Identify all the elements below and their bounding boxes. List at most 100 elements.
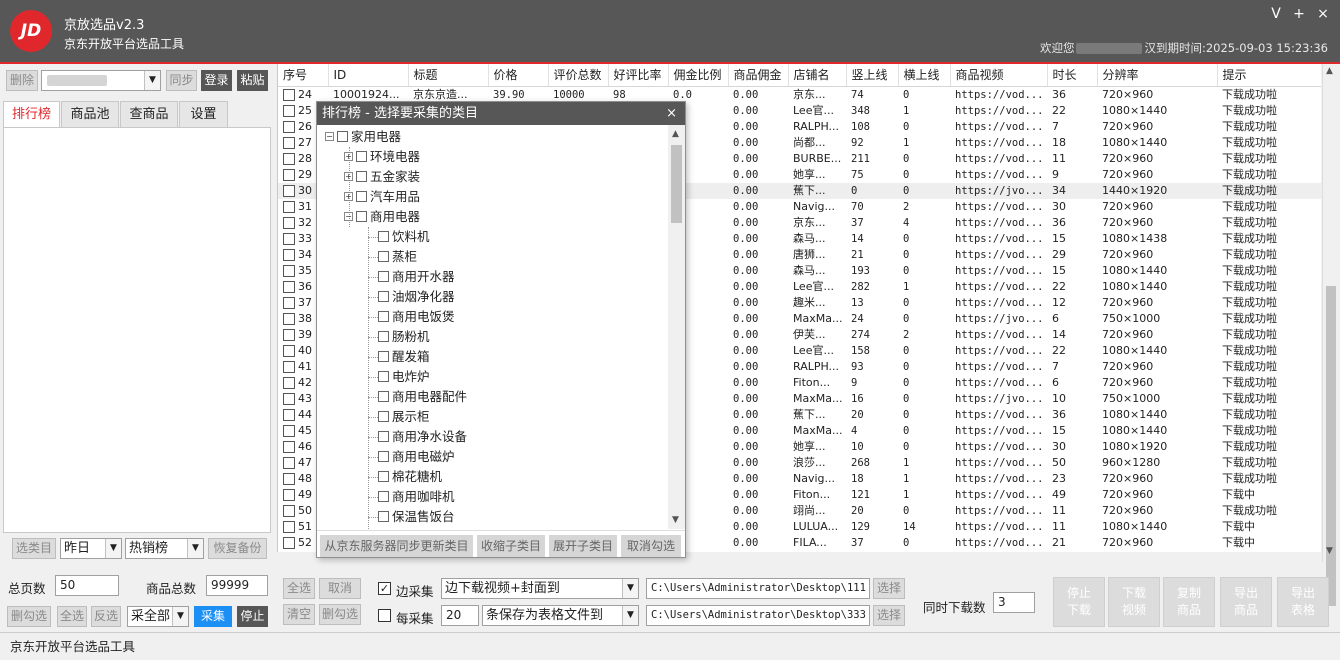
tree-leaf-node[interactable]: 棉花糖机 bbox=[378, 467, 442, 487]
row-checkbox[interactable] bbox=[283, 472, 295, 485]
tree-leaf-node[interactable]: 商用开水器 bbox=[378, 267, 455, 287]
column-header[interactable]: 标题 bbox=[408, 64, 489, 87]
select-category-button[interactable]: 选类目 bbox=[12, 538, 56, 559]
table-scrollbar[interactable]: ▲ ▼ bbox=[1322, 64, 1338, 606]
category-checkbox[interactable] bbox=[378, 411, 389, 422]
rank-type-select[interactable]: 热销榜 ▼ bbox=[125, 538, 204, 559]
paste-button[interactable]: 粘贴 bbox=[237, 70, 268, 91]
row-checkbox[interactable] bbox=[283, 232, 295, 245]
category-checkbox[interactable] bbox=[378, 371, 389, 382]
category-checkbox[interactable] bbox=[378, 271, 389, 282]
column-header[interactable]: 横上线 bbox=[898, 64, 951, 87]
video-path-input[interactable]: C:\Users\Administrator\Desktop\111 bbox=[646, 578, 870, 599]
tree-group-node[interactable]: + 五金家装 bbox=[344, 167, 420, 187]
row-checkbox[interactable] bbox=[283, 200, 295, 213]
row-checkbox[interactable] bbox=[283, 312, 295, 325]
category-checkbox[interactable] bbox=[378, 471, 389, 482]
row-checkbox[interactable] bbox=[283, 184, 295, 197]
scroll-up-icon[interactable]: ▲ bbox=[672, 129, 679, 139]
collect-mode-select[interactable]: 采全部 ▼ bbox=[127, 606, 189, 627]
row-checkbox[interactable] bbox=[283, 216, 295, 229]
delete-checked-button[interactable]: 删勾选 bbox=[7, 606, 51, 627]
category-checkbox[interactable] bbox=[378, 511, 389, 522]
tree-group-node[interactable]: − 商用电器 bbox=[344, 207, 420, 227]
table-cancel-button[interactable]: 取消 bbox=[319, 578, 361, 599]
tree-leaf-node[interactable]: 电炸炉 bbox=[378, 367, 430, 387]
tab-goods-pool[interactable]: 商品池 bbox=[61, 101, 119, 128]
dialog-close-icon[interactable]: × bbox=[666, 102, 677, 125]
row-checkbox[interactable] bbox=[283, 328, 295, 341]
column-header[interactable]: 时长 bbox=[1047, 64, 1098, 87]
tree-root-node[interactable]: − 家用电器 bbox=[325, 127, 401, 147]
tree-leaf-node[interactable]: 商用电饭煲 bbox=[378, 307, 455, 327]
column-header[interactable]: 序号 bbox=[278, 64, 329, 87]
login-button[interactable]: 登录 bbox=[201, 70, 232, 91]
tree-leaf-node[interactable]: 油烟净化器 bbox=[378, 287, 455, 307]
collect-while-checkbox[interactable]: ✓ bbox=[378, 582, 391, 595]
maximize-icon[interactable]: + bbox=[1287, 4, 1311, 24]
column-header[interactable]: 商品视频 bbox=[950, 64, 1048, 87]
delete-button[interactable]: 删除 bbox=[6, 70, 38, 91]
table-path-input[interactable]: C:\Users\Administrator\Desktop\333 bbox=[646, 605, 870, 626]
minimize-icon[interactable]: V bbox=[1264, 4, 1288, 24]
row-checkbox[interactable] bbox=[283, 392, 295, 405]
row-checkbox[interactable] bbox=[283, 504, 295, 517]
chevron-down-icon[interactable]: ▼ bbox=[172, 607, 188, 626]
tab-settings[interactable]: 设置 bbox=[179, 101, 228, 128]
table-clear-button[interactable]: 清空 bbox=[283, 604, 315, 625]
collapse-icon[interactable]: − bbox=[325, 132, 334, 141]
category-checkbox[interactable] bbox=[378, 451, 389, 462]
expand-subcategories-button[interactable]: 展开子类目 bbox=[549, 535, 617, 557]
tree-leaf-node[interactable]: 保温售饭台 bbox=[378, 507, 455, 527]
category-checkbox[interactable] bbox=[356, 151, 367, 162]
collapse-subcategories-button[interactable]: 收缩子类目 bbox=[477, 535, 545, 557]
row-checkbox[interactable] bbox=[283, 408, 295, 421]
download-mode-select[interactable]: 边下载视频+封面到 ▼ bbox=[441, 578, 639, 599]
row-checkbox[interactable] bbox=[283, 344, 295, 357]
choose-table-path-button[interactable]: 选择 bbox=[873, 605, 905, 626]
row-checkbox[interactable] bbox=[283, 120, 295, 133]
expand-icon[interactable]: + bbox=[344, 172, 353, 181]
tab-ranking[interactable]: 排行榜 bbox=[3, 101, 60, 128]
chevron-down-icon[interactable]: ▼ bbox=[622, 579, 638, 598]
table-delete-checked-button[interactable]: 删勾选 bbox=[319, 604, 361, 625]
table-select-all-button[interactable]: 全选 bbox=[283, 578, 315, 599]
dialog-scrollbar-thumb[interactable] bbox=[671, 145, 682, 223]
row-checkbox[interactable] bbox=[283, 152, 295, 165]
tree-leaf-node[interactable]: 商用电磁炉 bbox=[378, 447, 455, 467]
category-checkbox[interactable] bbox=[337, 131, 348, 142]
collect-button[interactable]: 采集 bbox=[194, 606, 232, 627]
tree-leaf-node[interactable]: 商用电器配件 bbox=[378, 387, 467, 407]
row-checkbox[interactable] bbox=[283, 376, 295, 389]
row-checkbox[interactable] bbox=[283, 88, 295, 101]
chevron-down-icon[interactable]: ▼ bbox=[105, 539, 121, 558]
category-checkbox[interactable] bbox=[356, 171, 367, 182]
row-checkbox[interactable] bbox=[283, 296, 295, 309]
row-checkbox[interactable] bbox=[283, 520, 295, 533]
download-video-button[interactable]: 下载视频 bbox=[1108, 577, 1160, 627]
tree-leaf-node[interactable]: 蒸柜 bbox=[378, 247, 417, 267]
category-checkbox[interactable] bbox=[378, 331, 389, 342]
select-all-button[interactable]: 全选 bbox=[57, 606, 87, 627]
period-select[interactable]: 昨日 ▼ bbox=[60, 538, 122, 559]
scroll-down-icon[interactable]: ▼ bbox=[672, 515, 679, 525]
column-header[interactable]: 评价总数 bbox=[548, 64, 609, 87]
category-checkbox[interactable] bbox=[378, 391, 389, 402]
sync-categories-button[interactable]: 从京东服务器同步更新类目 bbox=[320, 535, 473, 557]
column-header[interactable]: 竖上线 bbox=[846, 64, 899, 87]
row-checkbox[interactable] bbox=[283, 360, 295, 373]
every-count-input[interactable]: 20 bbox=[441, 605, 479, 626]
expand-icon[interactable]: + bbox=[344, 192, 353, 201]
row-checkbox[interactable] bbox=[283, 280, 295, 293]
row-checkbox[interactable] bbox=[283, 104, 295, 117]
choose-video-path-button[interactable]: 选择 bbox=[873, 578, 905, 599]
tree-leaf-node[interactable]: 醒发箱 bbox=[378, 347, 430, 367]
column-header[interactable]: 提示 bbox=[1217, 64, 1321, 87]
account-select[interactable]: ▼ bbox=[41, 70, 161, 91]
collapse-icon[interactable]: − bbox=[344, 212, 353, 221]
total-goods-input[interactable]: 99999 bbox=[206, 575, 268, 596]
category-checkbox[interactable] bbox=[356, 191, 367, 202]
tab-search-goods[interactable]: 查商品 bbox=[120, 101, 178, 128]
close-icon[interactable]: × bbox=[1311, 4, 1335, 24]
stop-download-button[interactable]: 停止下载 bbox=[1053, 577, 1105, 627]
